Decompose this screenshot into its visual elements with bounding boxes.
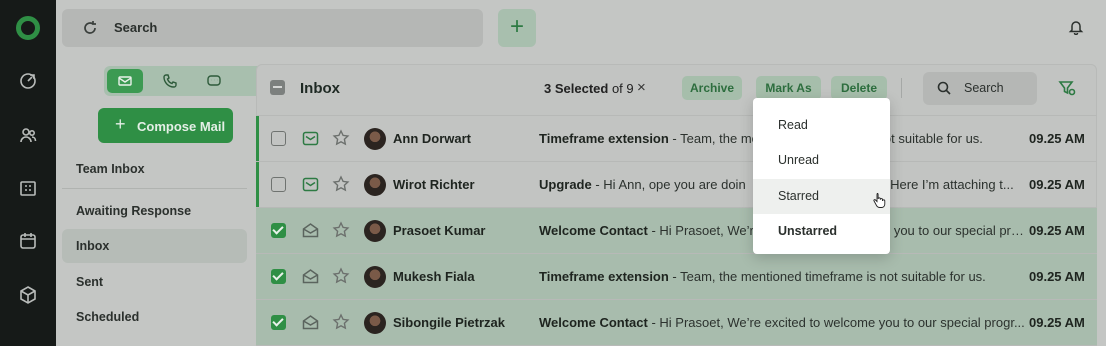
plus-icon: + <box>115 114 126 134</box>
inbox-search-input[interactable]: Search <box>964 81 1004 95</box>
opened-envelope-icon <box>302 222 319 239</box>
email-row[interactable]: Sibongile Pietrzak Welcome Contact - Hi … <box>256 299 1097 345</box>
email-time: 09.25 AM <box>1029 315 1085 330</box>
dashboard-icon[interactable] <box>19 72 37 90</box>
envelope-icon <box>302 130 319 147</box>
mark-as-dropdown: Read Unread Starred Unstarred <box>753 98 890 254</box>
email-subject: Upgrade <box>539 177 592 192</box>
notification-bell-icon[interactable] <box>1068 19 1084 35</box>
email-row[interactable]: Prasoet Kumar Welcome Contact - Hi Praso… <box>256 207 1097 253</box>
row-checkbox[interactable] <box>271 223 286 238</box>
add-button[interactable]: + <box>498 9 536 47</box>
email-row[interactable]: Mukesh Fiala Timeframe extension - Team,… <box>256 253 1097 299</box>
hand-cursor-icon <box>872 193 886 209</box>
chat-channel-icon[interactable] <box>196 69 232 93</box>
opened-envelope-icon <box>302 314 319 331</box>
sender-name: Wirot Richter <box>393 177 475 192</box>
app-logo[interactable] <box>16 16 40 40</box>
sidebar-item-scheduled[interactable]: Scheduled <box>76 310 139 324</box>
sidebar-divider <box>62 188 247 189</box>
avatar <box>364 128 386 150</box>
star-icon[interactable] <box>332 313 350 331</box>
total-count: of 9 <box>611 81 634 96</box>
sidebar-item-sent[interactable]: Sent <box>76 275 103 289</box>
row-checkbox[interactable] <box>271 177 286 192</box>
email-row[interactable]: Ann Dorwart Timeframe extension - Team, … <box>256 115 1097 162</box>
email-preview-tail: you to our special progr... <box>893 223 1029 238</box>
row-checkbox[interactable] <box>271 269 286 284</box>
email-preview-tail: d, Here I’m attaching t... <box>875 177 1014 192</box>
star-icon[interactable] <box>332 175 350 193</box>
message-snippet: Timeframe extension - Team, the mentione… <box>539 269 986 284</box>
contacts-icon[interactable] <box>19 126 37 144</box>
unread-indicator <box>256 162 259 208</box>
avatar <box>364 220 386 242</box>
email-preview-tail: ot suitable for us. <box>883 131 983 146</box>
mail-channel-icon[interactable] <box>107 69 143 93</box>
mail-sidebar: + Compose Mail Team Inbox Awaiting Respo… <box>56 56 276 346</box>
avatar <box>364 312 386 334</box>
calendar-icon[interactable] <box>19 232 37 250</box>
email-preview: Team, the mentioned timeframe is not sui… <box>680 269 986 284</box>
compose-mail-button[interactable]: + Compose Mail <box>98 108 233 143</box>
page-title: Inbox <box>300 80 340 97</box>
sender-name: Prasoet Kumar <box>393 223 486 238</box>
search-refresh-icon <box>82 20 98 36</box>
global-search-input[interactable]: Search <box>114 20 157 35</box>
sidebar-item-awaiting-response[interactable]: Awaiting Response <box>76 204 191 218</box>
menu-item-unread[interactable]: Unread <box>753 143 890 178</box>
global-search-bar[interactable]: Search <box>62 9 483 47</box>
toolbar-divider <box>901 78 902 98</box>
email-subject: Timeframe extension <box>539 131 669 146</box>
menu-item-starred[interactable]: Starred <box>753 179 890 214</box>
star-icon[interactable] <box>332 221 350 239</box>
building-icon[interactable] <box>19 179 37 197</box>
opened-envelope-icon <box>302 268 319 285</box>
delete-button[interactable]: Delete <box>831 76 887 100</box>
avatar <box>364 174 386 196</box>
email-time: 09.25 AM <box>1029 177 1085 192</box>
email-time: 09.25 AM <box>1029 223 1085 238</box>
sidebar-item-inbox[interactable]: Inbox <box>62 229 247 263</box>
channel-switcher <box>104 66 276 96</box>
email-preview: Team, the me <box>680 131 759 146</box>
unread-indicator <box>256 116 259 162</box>
app-rail <box>0 0 56 346</box>
email-row[interactable]: Wirot Richter Upgrade - Hi Ann, ope you … <box>256 161 1097 208</box>
package-icon[interactable] <box>19 286 37 304</box>
compose-mail-label: Compose Mail <box>137 119 226 134</box>
email-preview: Hi Ann, ope you are doin <box>603 177 746 192</box>
email-subject: Welcome Contact <box>539 223 648 238</box>
archive-button[interactable]: Archive <box>682 76 742 100</box>
filter-icon[interactable] <box>1058 79 1076 97</box>
email-time: 09.25 AM <box>1029 269 1085 284</box>
clear-selection-icon[interactable]: × <box>637 79 646 96</box>
row-checkbox[interactable] <box>271 131 286 146</box>
sidebar-item-team-inbox[interactable]: Team Inbox <box>76 162 145 176</box>
search-icon <box>937 81 951 95</box>
inbox-search-bar[interactable]: Search <box>923 72 1037 105</box>
envelope-icon <box>302 176 319 193</box>
email-subject: Timeframe extension <box>539 269 669 284</box>
selection-summary: 3 Selected of 9 <box>544 81 634 96</box>
email-time: 09.25 AM <box>1029 131 1085 146</box>
phone-channel-icon[interactable] <box>152 69 188 93</box>
sender-name: Mukesh Fiala <box>393 269 475 284</box>
menu-item-unstarred[interactable]: Unstarred <box>753 214 890 249</box>
avatar <box>364 266 386 288</box>
selected-count: 3 Selected <box>544 81 609 96</box>
select-all-checkbox[interactable] <box>270 80 285 95</box>
message-snippet: Welcome Contact - Hi Prasoet, We’re exci… <box>539 315 1025 330</box>
email-preview: Hi Prasoet, We’re excited to welcome you… <box>659 315 1025 330</box>
menu-item-read[interactable]: Read <box>753 108 890 143</box>
star-icon[interactable] <box>332 129 350 147</box>
row-checkbox[interactable] <box>271 315 286 330</box>
email-subject: Welcome Contact <box>539 315 648 330</box>
star-icon[interactable] <box>332 267 350 285</box>
email-preview: Hi Prasoet, We’r <box>659 223 754 238</box>
sender-name: Ann Dorwart <box>393 131 471 146</box>
mark-as-button[interactable]: Mark As <box>756 76 821 100</box>
sender-name: Sibongile Pietrzak <box>393 315 505 330</box>
